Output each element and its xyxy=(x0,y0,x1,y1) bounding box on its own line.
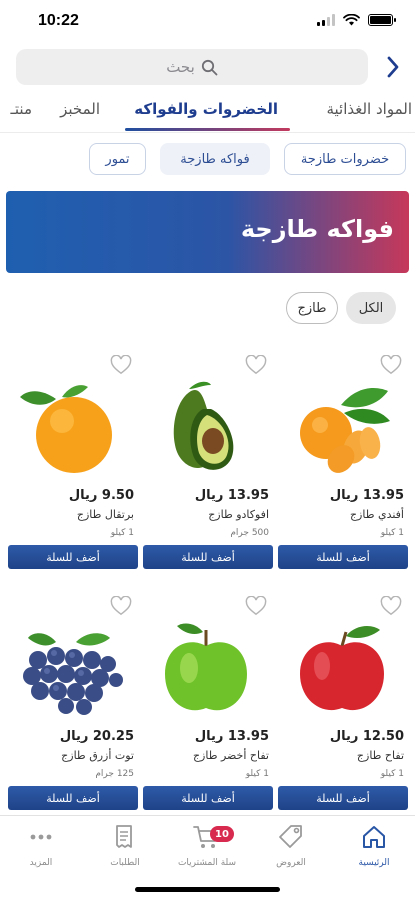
heart-icon[interactable] xyxy=(380,596,402,616)
status-bar: 10:22 xyxy=(0,0,415,44)
cart-count-badge: 10 xyxy=(210,826,234,842)
search-icon xyxy=(201,59,218,75)
product-card[interactable]: 13.95 ريال أفندي طازج 1 كيلو أضف للسلة xyxy=(278,355,408,585)
active-tab-indicator xyxy=(125,128,290,131)
product-price: 13.95 ريال xyxy=(194,729,269,744)
product-weight: 1 كيلو xyxy=(245,769,269,779)
bottom-nav: الرئيسية العروض 10 سلة المشتريات الطلبات… xyxy=(0,815,415,900)
add-to-cart-button[interactable]: أضف للسلة xyxy=(8,545,138,569)
chevron-right-icon[interactable] xyxy=(380,53,406,81)
tab-vegetables-fruits[interactable]: الخضروات والفواكه xyxy=(134,100,278,118)
wifi-icon xyxy=(343,14,360,26)
heart-icon[interactable] xyxy=(245,355,267,375)
nav-orders-label: الطلبات xyxy=(110,858,140,868)
product-card[interactable]: 9.50 ريال برتقال طازج 1 كيلو أضف للسلة xyxy=(8,355,138,585)
signal-icon xyxy=(317,14,335,26)
tab-products[interactable]: منتـ xyxy=(11,100,32,118)
heart-icon[interactable] xyxy=(110,596,132,616)
product-card[interactable]: 13.95 ريال افوكادو طازج 500 جرام أضف للس… xyxy=(143,355,273,585)
battery-icon xyxy=(368,14,396,26)
nav-more-label: المزيد xyxy=(29,858,53,868)
add-to-cart-button[interactable]: أضف للسلة xyxy=(278,786,408,810)
green-apple-image xyxy=(165,623,247,711)
nav-cart[interactable]: 10 سلة المشتريات xyxy=(172,822,242,868)
add-to-cart-button[interactable]: أضف للسلة xyxy=(8,786,138,810)
product-weight: 1 كيلو xyxy=(110,528,134,538)
nav-home-label: الرئيسية xyxy=(358,858,390,868)
home-icon xyxy=(363,826,385,848)
orange-image xyxy=(20,385,112,473)
product-weight: 500 جرام xyxy=(230,528,269,538)
heart-icon[interactable] xyxy=(245,596,267,616)
filter-all[interactable]: الكل xyxy=(346,292,396,324)
product-name: تفاح طازج xyxy=(356,749,404,762)
heart-icon[interactable] xyxy=(110,355,132,375)
category-banner: فواكه طازجة xyxy=(6,191,409,273)
red-apple-image xyxy=(300,626,384,711)
product-price: 12.50 ريال xyxy=(329,729,404,744)
product-name: برتقال طازج xyxy=(76,508,134,521)
receipt-icon xyxy=(116,825,132,848)
nav-home[interactable]: الرئيسية xyxy=(339,822,409,868)
search-row: بحث xyxy=(16,49,406,85)
avocado-image xyxy=(173,381,234,470)
divider xyxy=(0,132,415,133)
category-tabs: المواد الغذائية الخضروات والفواكه المخبز… xyxy=(0,92,415,132)
chip-fresh-fruits[interactable]: فواكه طازجة xyxy=(160,143,270,175)
banner-title: فواكه طازجة xyxy=(240,215,394,243)
product-weight: 1 كيلو xyxy=(380,528,404,538)
product-weight: 1 كيلو xyxy=(380,769,404,779)
tab-bakery[interactable]: المخبز xyxy=(60,100,100,118)
tag-icon xyxy=(279,825,302,848)
product-card[interactable]: 20.25 ريال توت أزرق طازج 125 جرام أضف لل… xyxy=(8,596,138,826)
heart-icon[interactable] xyxy=(380,355,402,375)
add-to-cart-button[interactable]: أضف للسلة xyxy=(143,545,273,569)
product-name: تفاح أخضر طازج xyxy=(192,749,269,762)
tab-groceries[interactable]: المواد الغذائية xyxy=(326,100,412,118)
nav-orders[interactable]: الطلبات xyxy=(90,822,160,868)
nav-offers-label: العروض xyxy=(276,858,306,868)
blueberries-image xyxy=(23,633,123,715)
search-placeholder: بحث xyxy=(166,58,195,76)
add-to-cart-button[interactable]: أضف للسلة xyxy=(143,786,273,810)
product-name: افوكادو طازج xyxy=(208,508,269,521)
product-price: 13.95 ريال xyxy=(329,488,404,503)
tangerine-image xyxy=(300,387,390,473)
product-price: 13.95 ريال xyxy=(194,488,269,503)
status-icons xyxy=(317,14,396,26)
chip-dates[interactable]: تمور xyxy=(89,143,146,175)
product-card[interactable]: 12.50 ريال تفاح طازج 1 كيلو أضف للسلة xyxy=(278,596,408,826)
nav-more[interactable]: المزيد xyxy=(6,822,76,868)
product-card[interactable]: 13.95 ريال تفاح أخضر طازج 1 كيلو أضف للس… xyxy=(143,596,273,826)
product-name: توت أزرق طازج xyxy=(61,749,134,762)
product-price: 20.25 ريال xyxy=(59,729,134,744)
search-input[interactable]: بحث xyxy=(16,49,368,85)
product-name: أفندي طازج xyxy=(349,508,404,521)
product-weight: 125 جرام xyxy=(95,769,134,779)
add-to-cart-button[interactable]: أضف للسلة xyxy=(278,545,408,569)
more-dots-icon xyxy=(30,834,52,840)
product-price: 9.50 ريال xyxy=(68,488,134,503)
status-time: 10:22 xyxy=(38,12,79,29)
home-indicator xyxy=(135,887,280,892)
chip-fresh-vegetables[interactable]: خضروات طازجة xyxy=(284,143,406,175)
nav-cart-label: سلة المشتريات xyxy=(177,858,237,868)
nav-offers[interactable]: العروض xyxy=(256,822,326,868)
subcategory-chips: خضروات طازجة فواكه طازجة تمور xyxy=(0,143,415,177)
filter-fresh[interactable]: طازج xyxy=(286,292,338,324)
